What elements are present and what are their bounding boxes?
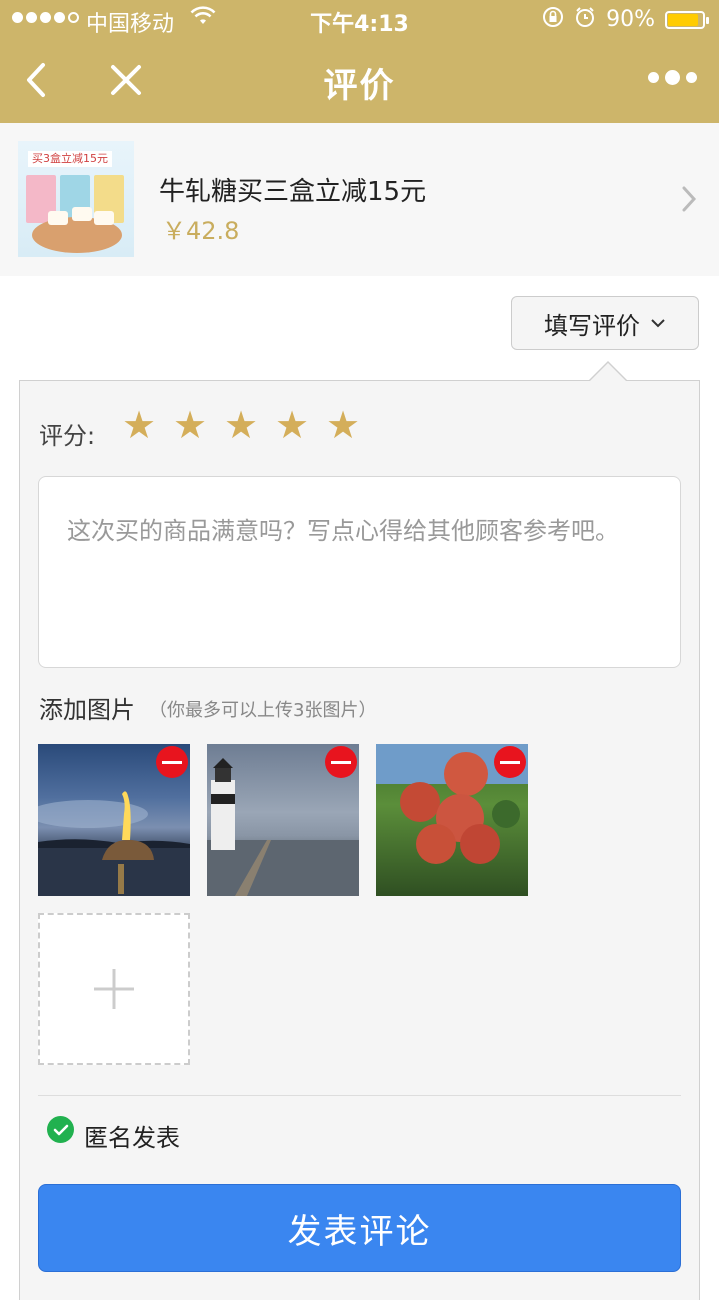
add-photos-title: 添加图片 — [39, 696, 135, 724]
write-review-label: 填写评价 — [544, 311, 640, 340]
remove-photo-button[interactable] — [156, 746, 188, 778]
divider — [38, 1095, 681, 1096]
product-image: 买3盒立减15元 — [18, 141, 134, 257]
checkmark-icon — [53, 1124, 68, 1135]
minus-icon — [500, 760, 520, 764]
photo-thumbnail[interactable] — [38, 744, 190, 896]
product-image-tag: 买3盒立减15元 — [28, 151, 112, 167]
remove-photo-button[interactable] — [325, 746, 357, 778]
chevron-right-icon — [682, 186, 697, 212]
battery-percent: 90% — [606, 7, 655, 32]
anonymous-checkbox[interactable] — [47, 1116, 74, 1143]
navigation-bar: 评价 — [0, 40, 719, 123]
remove-photo-button[interactable] — [494, 746, 526, 778]
top-bar: 中国移动 下午4:13 90% 评价 — [0, 0, 719, 123]
photo-thumbnail[interactable] — [376, 744, 528, 896]
minus-icon — [331, 760, 351, 764]
product-card[interactable]: 买3盒立减15元 牛轧糖买三盒立减15元 ￥42.8 — [0, 123, 719, 276]
more-button[interactable] — [648, 70, 697, 85]
product-price: ￥42.8 — [162, 217, 240, 245]
star-icon[interactable]: ★ — [324, 406, 362, 444]
star-icon[interactable]: ★ — [273, 406, 311, 444]
battery-icon — [665, 10, 709, 29]
star-icon[interactable]: ★ — [171, 406, 209, 444]
chevron-down-icon — [651, 319, 665, 328]
page-title: 评价 — [323, 66, 396, 106]
more-icon — [648, 72, 659, 83]
write-review-toggle[interactable]: 填写评价 — [511, 296, 699, 350]
status-bar: 中国移动 下午4:13 90% — [0, 0, 719, 40]
product-name: 牛轧糖买三盒立减15元 — [159, 177, 427, 207]
minus-icon — [162, 760, 182, 764]
add-photos-hint: （你最多可以上传3张图片） — [149, 700, 377, 721]
alarm-icon — [574, 6, 596, 33]
review-text-input[interactable] — [38, 476, 681, 668]
plus-icon — [94, 969, 134, 1009]
rotation-lock-icon — [542, 6, 564, 33]
star-icon[interactable]: ★ — [222, 406, 260, 444]
star-rating[interactable]: ★ ★ ★ ★ ★ — [120, 406, 362, 444]
anonymous-label: 匿名发表 — [84, 1124, 180, 1152]
submit-review-button[interactable]: 发表评论 — [38, 1184, 681, 1272]
photo-thumbnail[interactable] — [207, 744, 359, 896]
rating-label: 评分: — [39, 422, 96, 450]
add-photo-button[interactable] — [38, 913, 190, 1065]
star-icon[interactable]: ★ — [120, 406, 158, 444]
